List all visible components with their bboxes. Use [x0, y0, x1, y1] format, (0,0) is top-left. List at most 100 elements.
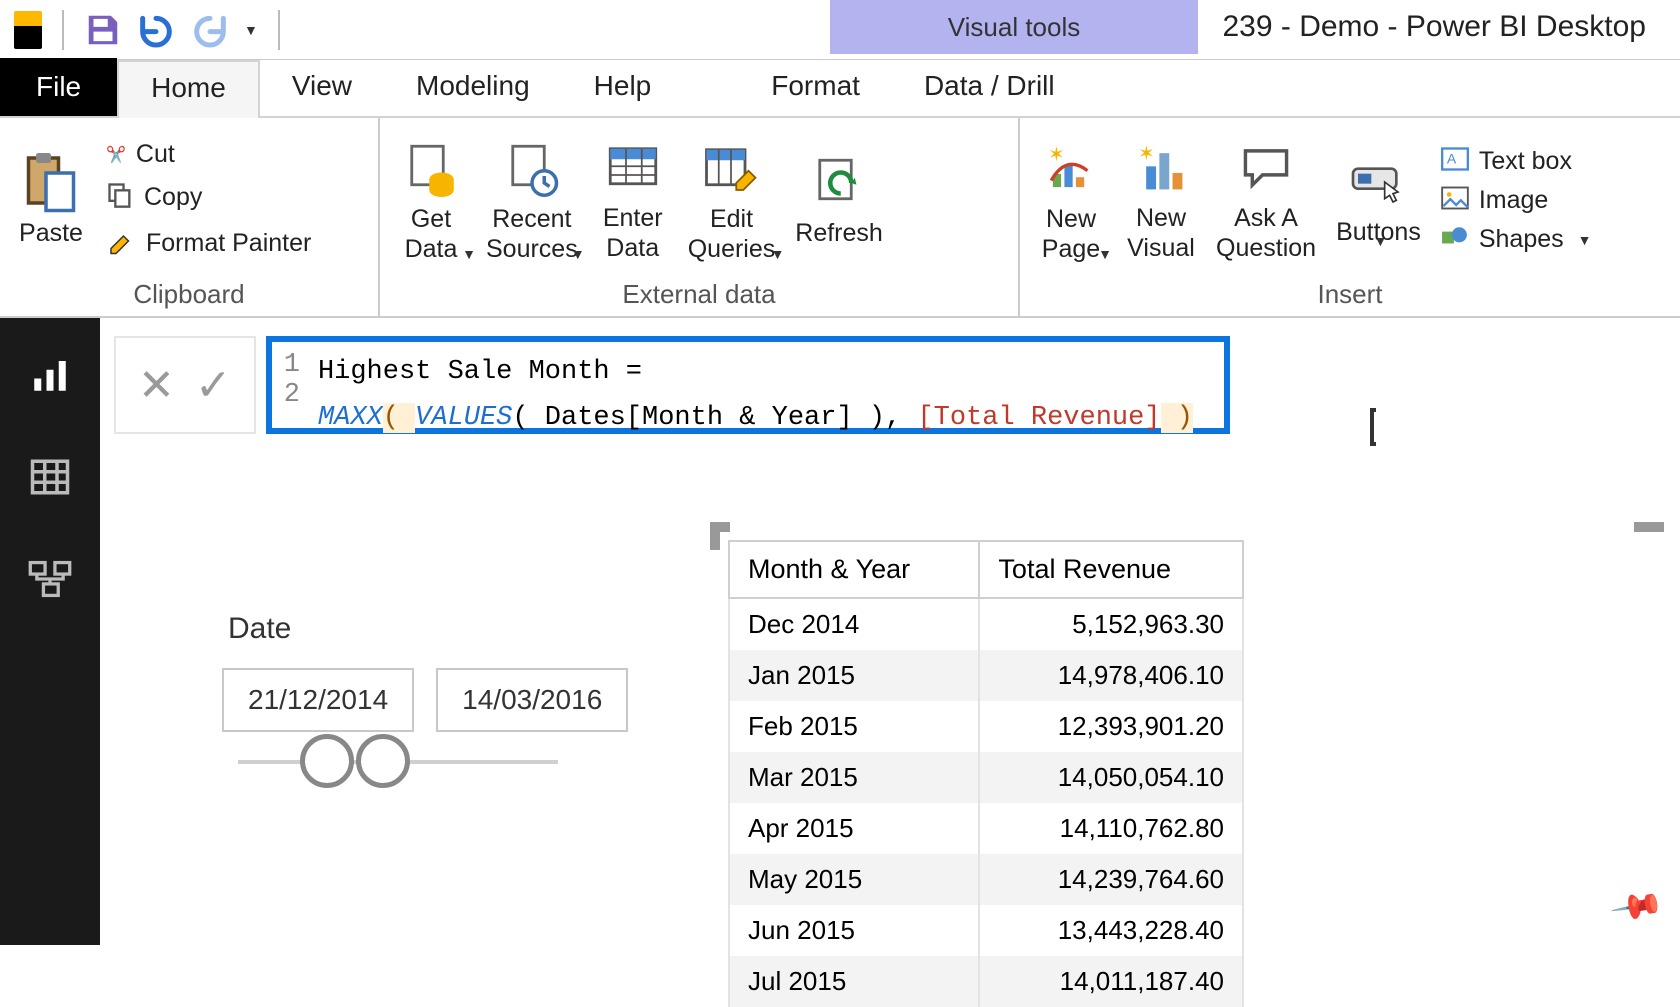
table-row[interactable]: Jan 201514,978,406.10 — [729, 650, 1243, 701]
divider — [278, 10, 280, 50]
chart-star-icon: ✶ — [1036, 139, 1106, 199]
chevron-down-icon: ▼ — [771, 246, 785, 262]
text-box-button[interactable]: A Text box — [1441, 147, 1592, 176]
get-data-label: Get Data — [405, 205, 458, 264]
table-row[interactable]: May 201514,239,764.60 — [729, 854, 1243, 905]
table-pencil-icon — [696, 139, 766, 199]
format-painter-button[interactable]: Format Painter — [106, 226, 311, 261]
cut-button[interactable]: ✂️ Cut — [106, 140, 311, 169]
formula-cancel-icon[interactable]: ✕ — [138, 360, 175, 411]
chevron-down-icon: ▼ — [462, 246, 476, 262]
cell-revenue: 14,978,406.10 — [979, 650, 1243, 701]
paste-label: Paste — [19, 219, 83, 249]
table-row[interactable]: Jul 201514,011,187.40 — [729, 956, 1243, 1007]
date-from-input[interactable]: 21/12/2014 — [222, 668, 414, 732]
undo-icon[interactable] — [136, 10, 176, 50]
cell-revenue: 14,239,764.60 — [979, 854, 1243, 905]
report-view-icon[interactable] — [27, 352, 73, 398]
pin-icon: 📌 — [1608, 878, 1666, 935]
ask-question-label: Ask A Question — [1216, 204, 1316, 263]
refresh-icon — [804, 153, 874, 213]
cut-label: Cut — [136, 140, 175, 169]
slider-thumb-start[interactable] — [300, 734, 354, 788]
formula-line-2: MAXX( VALUES( Dates[Month & Year] ), [To… — [318, 396, 1193, 442]
formula-accept-icon[interactable]: ✓ — [195, 360, 232, 411]
paste-button[interactable]: Paste — [16, 153, 86, 249]
edit-queries-label: Edit Queries — [688, 205, 776, 264]
tab-data-drill[interactable]: Data / Drill — [892, 60, 1087, 116]
cell-revenue: 5,152,963.30 — [979, 598, 1243, 650]
save-icon[interactable] — [84, 11, 122, 49]
page-db-icon — [396, 139, 466, 199]
cell-month: May 2015 — [729, 854, 979, 905]
ask-question-button[interactable]: Ask A Question — [1216, 138, 1316, 263]
title-bar: ▼ Visual tools 239 - Demo - Power BI Des… — [0, 0, 1680, 60]
formula-bar: ✕ ✓ 12 Highest Sale Month = MAXX( VALUES… — [114, 336, 1660, 434]
tab-home[interactable]: Home — [117, 60, 260, 118]
recent-sources-label: Recent Sources — [486, 205, 578, 264]
tab-format[interactable]: Format — [739, 60, 892, 116]
ribbon: Paste ✂️ Cut Copy Format Painte — [0, 118, 1680, 318]
formula-editor[interactable]: 12 Highest Sale Month = MAXX( VALUES( Da… — [266, 336, 1230, 434]
slicer-title: Date — [222, 612, 652, 646]
buttons-button[interactable]: Buttons ▼ — [1336, 152, 1421, 250]
cell-month: Jan 2015 — [729, 650, 979, 701]
col-header-month[interactable]: Month & Year — [729, 541, 979, 598]
redo-icon[interactable] — [190, 10, 230, 50]
tab-modeling[interactable]: Modeling — [384, 60, 562, 116]
new-visual-button[interactable]: ✶ New Visual — [1126, 138, 1196, 263]
bar-chart-icon: ✶ — [1126, 138, 1196, 198]
revenue-table[interactable]: Month & Year Total Revenue Dec 20145,152… — [728, 540, 1244, 1007]
tabs-row: File Home View Modeling Help Format Data… — [0, 60, 1680, 118]
copy-icon — [106, 181, 134, 214]
image-button[interactable]: Image — [1441, 186, 1592, 215]
image-icon — [1441, 186, 1469, 215]
window-title: 239 - Demo - Power BI Desktop — [1222, 10, 1646, 44]
table-row[interactable]: Dec 20145,152,963.30 — [729, 598, 1243, 650]
table-row[interactable]: Mar 201514,050,054.10 — [729, 752, 1243, 803]
edit-queries-button[interactable]: Edit Queries ▼ — [688, 139, 776, 262]
table-row[interactable]: Feb 201512,393,901.20 — [729, 701, 1243, 752]
shapes-label: Shapes — [1479, 225, 1564, 254]
data-view-icon[interactable] — [27, 454, 73, 500]
report-canvas: ✕ ✓ 12 Highest Sale Month = MAXX( VALUES… — [100, 318, 1680, 945]
svg-text:✶: ✶ — [1138, 143, 1155, 165]
enter-data-label: Enter Data — [603, 204, 663, 263]
tab-help[interactable]: Help — [562, 60, 684, 116]
date-to-input[interactable]: 14/03/2016 — [436, 668, 628, 732]
table-row[interactable]: Jun 201513,443,228.40 — [729, 905, 1243, 956]
new-page-label: New Page — [1042, 205, 1100, 264]
tab-file[interactable]: File — [0, 58, 117, 116]
clipboard-group-label: Clipboard — [16, 273, 362, 310]
cell-month: Jun 2015 — [729, 905, 979, 956]
table-row[interactable]: Apr 201514,110,762.80 — [729, 803, 1243, 854]
chevron-down-icon: ▼ — [571, 246, 585, 262]
copy-button[interactable]: Copy — [106, 181, 311, 214]
divider — [62, 10, 64, 50]
resize-handle-icon[interactable] — [1634, 522, 1664, 532]
shapes-button[interactable]: Shapes ▼ — [1441, 225, 1592, 254]
new-page-button[interactable]: ✶ New Page ▼ — [1036, 139, 1106, 262]
cell-revenue: 14,050,054.10 — [979, 752, 1243, 803]
date-slider[interactable] — [238, 760, 558, 764]
qat-dropdown-icon[interactable]: ▼ — [244, 22, 258, 38]
resize-handle-icon[interactable] — [710, 522, 730, 550]
model-view-icon[interactable] — [27, 556, 73, 602]
textbox-icon: A — [1441, 147, 1469, 176]
format-painter-label: Format Painter — [146, 229, 311, 258]
get-data-button[interactable]: Get Data ▼ — [396, 139, 466, 262]
slider-thumb-end[interactable] — [356, 734, 410, 788]
image-label: Image — [1479, 186, 1548, 215]
app-logo-icon — [14, 11, 42, 49]
refresh-label: Refresh — [795, 219, 883, 249]
refresh-button[interactable]: Refresh — [795, 153, 883, 249]
date-slicer[interactable]: Date 21/12/2014 14/03/2016 — [222, 612, 652, 764]
recent-sources-button[interactable]: Recent Sources ▼ — [486, 139, 578, 262]
text-box-label: Text box — [1479, 147, 1572, 176]
insert-group-label: Insert — [1036, 273, 1664, 310]
col-header-revenue[interactable]: Total Revenue — [979, 541, 1243, 598]
chevron-down-icon: ▼ — [1098, 246, 1112, 262]
cell-revenue: 12,393,901.20 — [979, 701, 1243, 752]
enter-data-button[interactable]: Enter Data — [598, 138, 668, 263]
tab-view[interactable]: View — [260, 60, 384, 116]
